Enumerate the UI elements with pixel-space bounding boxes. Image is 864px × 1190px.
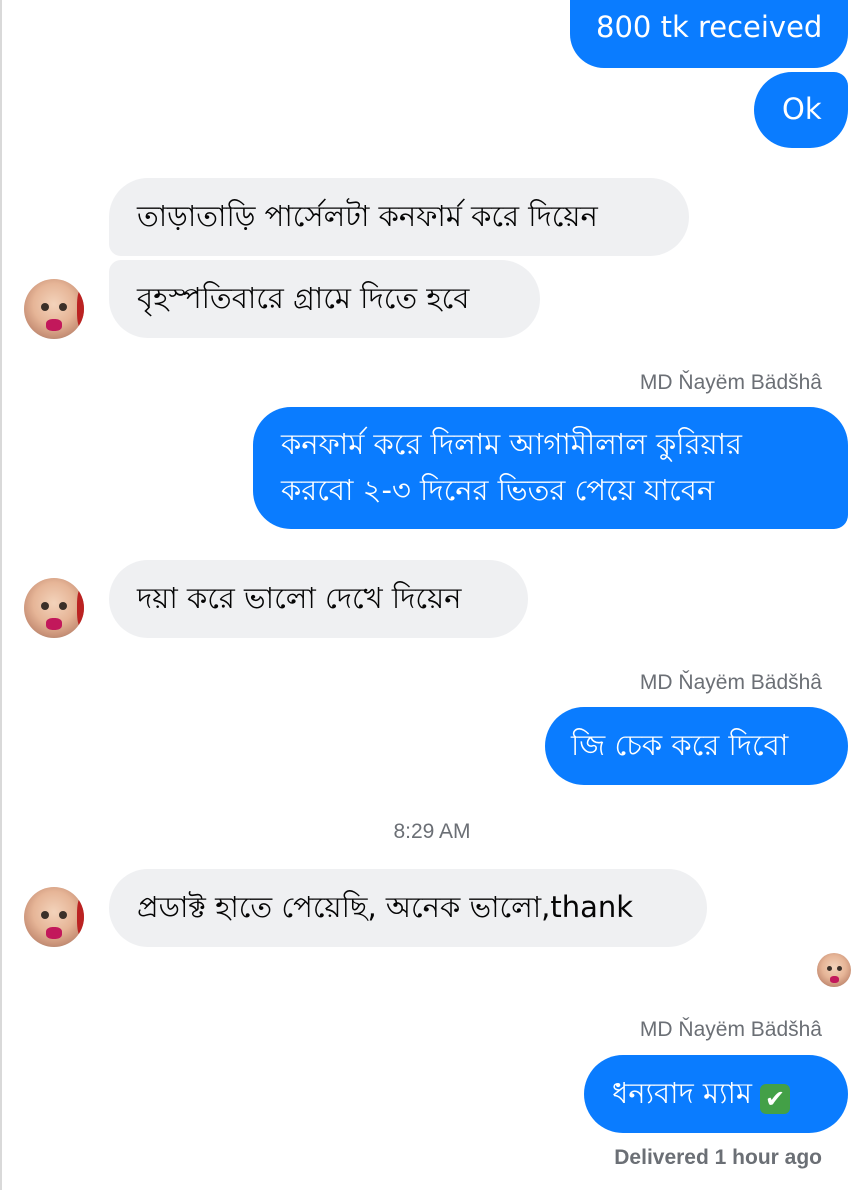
avatar-pacifier [46, 618, 62, 630]
sender-name: MD Ňayëm Bädšhâ [639, 371, 822, 394]
outgoing-message[interactable]: জি চেক করে দিবো [545, 707, 848, 785]
message-text-line: করবো ২-৩ দিনের ভিতর পেয়ে যাবেন [281, 473, 715, 507]
seen-avatar [817, 953, 851, 987]
avatar-eye [837, 966, 842, 971]
message-text: Ok [782, 92, 822, 126]
outgoing-message[interactable]: কনফার্ম করে দিলাম আগামীলাল কুরিয়ার করবো… [253, 407, 848, 529]
avatar-pacifier [46, 319, 62, 331]
outgoing-message[interactable]: ধন্যবাদ ম্যাম ✔ [584, 1055, 848, 1133]
message-text-line: কনফার্ম করে দিলাম আগামীলাল কুরিয়ার [281, 427, 742, 461]
avatar-eye [41, 911, 49, 919]
message-text: তাড়াতাড়ি পার্সেলটা কনফার্ম করে দিয়েন [137, 199, 598, 233]
avatar-eye [41, 602, 49, 610]
avatar-rim [76, 590, 84, 626]
avatar-eye [827, 966, 832, 971]
outgoing-message[interactable]: 800 tk received [570, 0, 848, 68]
sender-name: MD Ňayëm Bädšhâ [639, 671, 822, 694]
avatar-eye [59, 303, 67, 311]
incoming-message[interactable]: প্রডাক্ট হাতে পেয়েছি, অনেক ভালো,thank [109, 869, 707, 947]
incoming-message[interactable]: তাড়াতাড়ি পার্সেলটা কনফার্ম করে দিয়েন [109, 178, 689, 256]
frame-edge [0, 0, 2, 1190]
avatar-eye [59, 911, 67, 919]
message-text: বৃহস্পতিবারে গ্রামে দিতে হবে [137, 281, 470, 315]
avatar-rim [76, 291, 84, 327]
message-text: ধন্যবাদ ম্যাম [612, 1076, 753, 1110]
avatar-eye [41, 303, 49, 311]
sender-name: MD Ňayëm Bädšhâ [639, 1018, 822, 1041]
avatar-pacifier [830, 976, 839, 983]
avatar-rim [76, 899, 84, 935]
avatar-pacifier [46, 927, 62, 939]
delivery-status: Delivered 1 hour ago [614, 1146, 822, 1169]
contact-avatar[interactable] [24, 578, 84, 638]
incoming-message[interactable]: বৃহস্পতিবারে গ্রামে দিতে হবে [109, 260, 540, 338]
incoming-message[interactable]: দয়া করে ভালো দেখে দিয়েন [109, 560, 528, 638]
contact-avatar[interactable] [24, 887, 84, 947]
message-text: জি চেক করে দিবো [571, 728, 789, 762]
contact-avatar[interactable] [24, 279, 84, 339]
avatar-eye [59, 602, 67, 610]
check-mark-icon: ✔ [760, 1084, 791, 1114]
message-text: প্রডাক্ট হাতে পেয়েছি, অনেক ভালো,thank [137, 890, 634, 924]
outgoing-message[interactable]: Ok [754, 72, 848, 148]
timestamp: 8:29 AM [393, 820, 471, 843]
message-text: দয়া করে ভালো দেখে দিয়েন [137, 581, 462, 615]
message-text: 800 tk received [596, 10, 823, 44]
